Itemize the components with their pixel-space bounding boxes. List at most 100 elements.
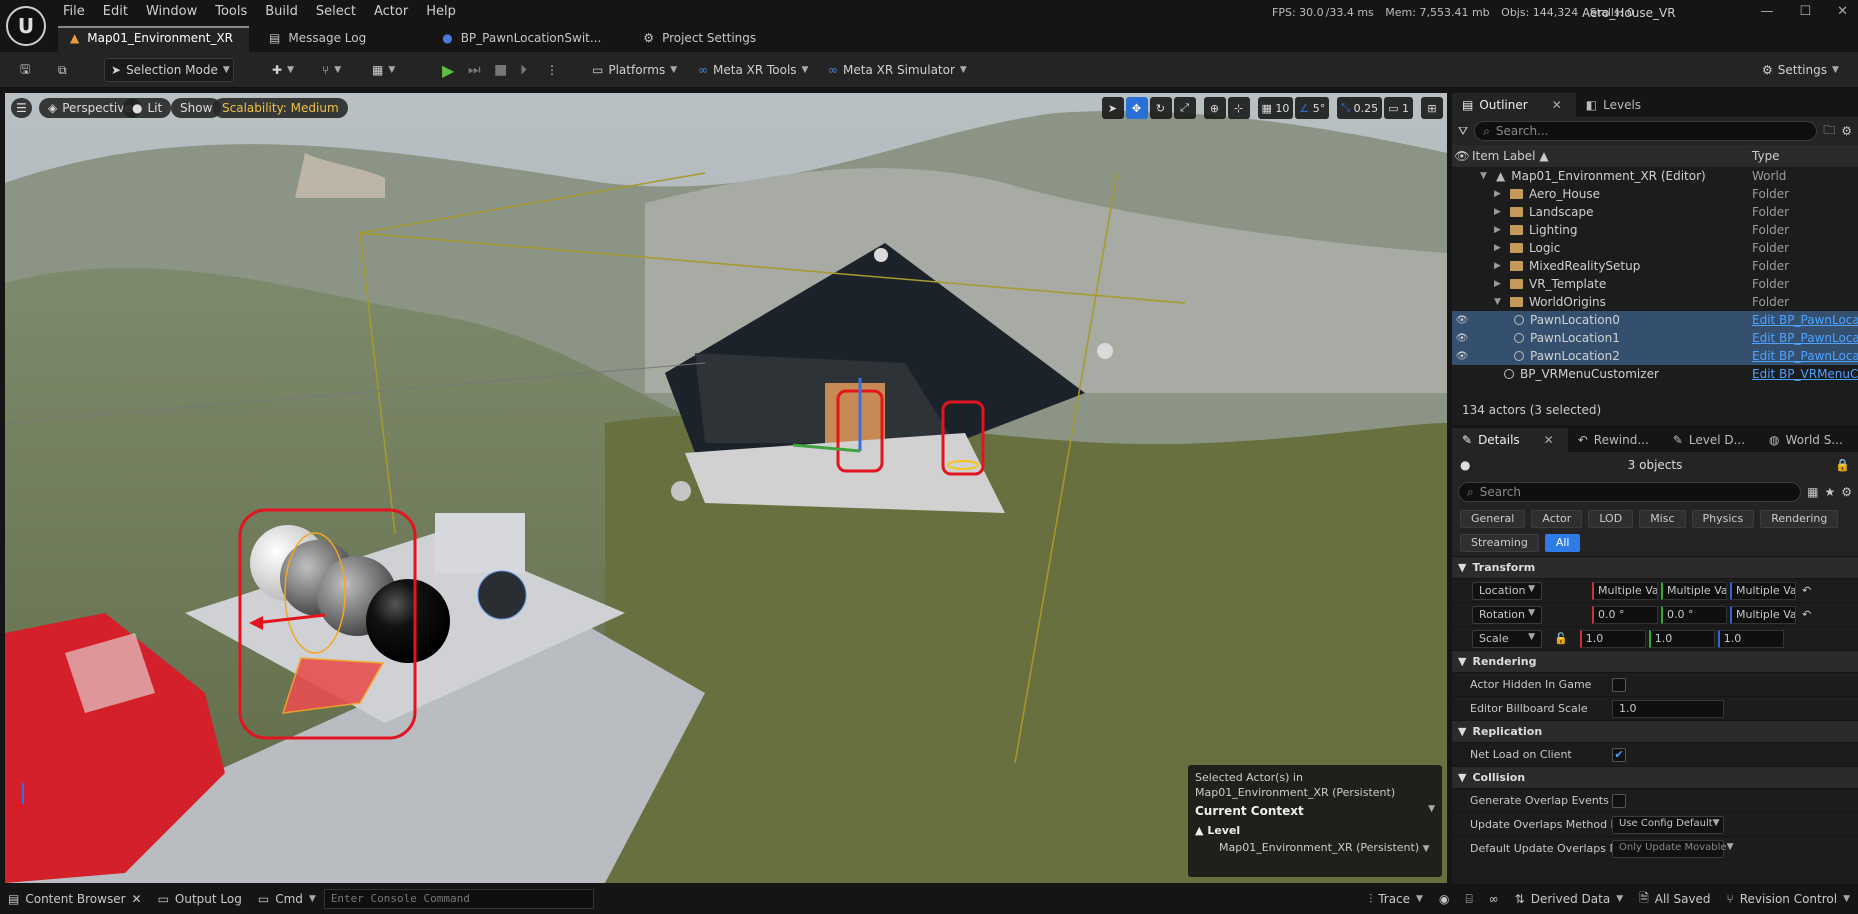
scale-snap-button[interactable]: ⤡ 0.25: [1337, 97, 1383, 119]
context-level-dropdown[interactable]: Map01_Environment_XR (Persistent) ▼: [1195, 841, 1435, 854]
lock-icon[interactable]: 🔒: [1835, 458, 1850, 472]
billboard-scale-input[interactable]: 1.0: [1612, 699, 1724, 718]
cinematics-button[interactable]: ▦ ▼: [366, 58, 401, 82]
save-icon[interactable]: 🖫: [14, 58, 36, 82]
tree-row-actor-selected[interactable]: 👁 PawnLocation2 Edit BP_PawnLoca: [1452, 347, 1858, 365]
row-type-link[interactable]: Edit BP_VRMenuCu: [1752, 367, 1858, 381]
menu-edit[interactable]: Edit: [94, 0, 137, 24]
record-icon[interactable]: ◉: [1431, 892, 1457, 906]
tab-levels[interactable]: ◧ Levels: [1576, 93, 1655, 117]
column-item-label[interactable]: Item Label ▲: [1472, 149, 1752, 163]
rotation-x[interactable]: 0.0 °: [1592, 605, 1658, 624]
meta-xr-tools-button[interactable]: ∞ Meta XR Tools ▼: [692, 58, 814, 82]
close-icon[interactable]: ✕: [1837, 4, 1848, 19]
world-icon[interactable]: ⊕: [1203, 97, 1226, 119]
tree-row-folder[interactable]: ▶ VR_Template Folder: [1452, 275, 1858, 293]
filter-all[interactable]: All: [1544, 534, 1581, 552]
maximize-icon[interactable]: ☐: [1799, 4, 1811, 19]
expand-arrow-icon[interactable]: ▶: [1494, 225, 1504, 235]
scale-z[interactable]: 1.0: [1717, 629, 1784, 648]
step-button[interactable]: ⏭: [462, 58, 487, 82]
minimize-icon[interactable]: —: [1760, 4, 1773, 19]
play-button[interactable]: ▶: [436, 58, 460, 82]
section-replication[interactable]: ▼ Replication: [1452, 720, 1858, 742]
expand-arrow-icon[interactable]: ▶: [1494, 279, 1504, 289]
actor-hidden-checkbox[interactable]: [1612, 677, 1626, 692]
filter-lod[interactable]: LOD: [1588, 510, 1634, 528]
rotation-snap-button[interactable]: ∠ 5°: [1295, 97, 1330, 119]
tree-row-actor-selected[interactable]: 👁 PawnLocation1 Edit BP_PawnLoca: [1452, 329, 1858, 347]
surface-snap-icon[interactable]: ⊹: [1227, 97, 1250, 119]
settings-button[interactable]: ⚙ Settings ▼: [1756, 58, 1845, 82]
rotation-z[interactable]: Multiple Va: [1730, 605, 1796, 624]
row-type-link[interactable]: Edit BP_PawnLoca: [1752, 313, 1858, 327]
console-command-input[interactable]: Enter Console Command: [323, 889, 594, 909]
cmd-dropdown[interactable]: ▭ Cmd ▼: [250, 892, 324, 906]
translate-icon[interactable]: ✥: [1125, 97, 1148, 119]
viewport-menu-button[interactable]: ☰: [11, 98, 32, 118]
selection-mode-dropdown[interactable]: ➤ Selection Mode ▼: [104, 58, 234, 82]
blueprint-button[interactable]: ⑂ ▼: [316, 58, 347, 82]
filter-streaming[interactable]: Streaming: [1460, 534, 1539, 552]
output-log-button[interactable]: ▭ Output Log: [150, 892, 250, 906]
details-search-input[interactable]: ⌕ Search: [1458, 482, 1802, 502]
menu-build[interactable]: Build: [256, 0, 307, 24]
tree-row-folder[interactable]: ▶ Logic Folder: [1452, 239, 1858, 257]
reset-icon[interactable]: ↶: [1802, 608, 1811, 621]
tree-row-actor[interactable]: BP_VRMenuCustomizer Edit BP_VRMenuCu: [1452, 365, 1858, 383]
menu-actor[interactable]: Actor: [365, 0, 417, 24]
current-context-header[interactable]: Current Context ▼: [1195, 804, 1435, 818]
scalability-warning[interactable]: Scalability: Medium: [213, 98, 348, 118]
section-transform[interactable]: ▼ Transform: [1452, 556, 1858, 578]
tab-level-details[interactable]: ✎ Level D...: [1663, 428, 1759, 452]
close-icon[interactable]: ✕: [132, 892, 142, 906]
expand-arrow-icon[interactable]: ▼: [1494, 297, 1504, 307]
tree-row-world[interactable]: ▼ ▲ Map01_Environment_XR (Editor) World: [1452, 167, 1858, 185]
close-icon[interactable]: ✕: [1552, 98, 1562, 117]
expand-arrow-icon[interactable]: ▼: [1480, 171, 1490, 181]
menu-select[interactable]: Select: [307, 0, 365, 24]
filter-misc[interactable]: Misc: [1639, 510, 1686, 528]
rotation-dropdown[interactable]: Rotation ▼: [1472, 605, 1542, 624]
platforms-button[interactable]: ▭ Platforms ▼: [586, 58, 683, 82]
section-collision[interactable]: ▼ Collision: [1452, 766, 1858, 788]
unreal-logo-icon[interactable]: U: [6, 6, 46, 46]
screenshot-icon[interactable]: ⌸: [1457, 892, 1480, 907]
visibility-icon[interactable]: 👁: [1452, 333, 1472, 344]
scale-x[interactable]: 1.0: [1579, 629, 1646, 648]
add-actor-button[interactable]: ✚ ▼: [266, 58, 300, 82]
tab-outliner[interactable]: ▤ Outliner ✕: [1452, 93, 1576, 117]
expand-arrow-icon[interactable]: ▶: [1494, 243, 1504, 253]
row-type-link[interactable]: Edit BP_PawnLoca: [1752, 349, 1858, 363]
expand-arrow-icon[interactable]: ▶: [1494, 207, 1504, 217]
net-load-checkbox[interactable]: ✔: [1612, 747, 1626, 762]
scale-y[interactable]: 1.0: [1648, 629, 1715, 648]
visibility-icon[interactable]: 👁: [1452, 315, 1472, 326]
tree-row-folder[interactable]: ▶ Landscape Folder: [1452, 203, 1858, 221]
row-type-link[interactable]: Edit BP_PawnLoca: [1752, 331, 1858, 345]
all-saved-button[interactable]: 🗎 All Saved: [1631, 889, 1718, 910]
meta-xr-simulator-button[interactable]: ∞ Meta XR Simulator ▼: [822, 58, 973, 82]
filter-icon[interactable]: ⛛: [1458, 124, 1468, 139]
close-icon[interactable]: ✕: [1544, 433, 1554, 452]
tab-rewind[interactable]: ↶ Rewind...: [1568, 428, 1663, 452]
rotate-icon[interactable]: ↻: [1149, 97, 1172, 119]
filter-general[interactable]: General: [1460, 510, 1526, 528]
lit-button[interactable]: ● Lit: [123, 98, 172, 118]
outliner-search-input[interactable]: ⌕ Search...: [1474, 121, 1818, 141]
camera-speed-button[interactable]: ▭ 1: [1384, 97, 1413, 119]
location-z[interactable]: Multiple Va: [1730, 581, 1796, 600]
column-type[interactable]: Type: [1752, 149, 1858, 163]
scale-dropdown[interactable]: Scale ▼: [1472, 629, 1542, 648]
menu-file[interactable]: File: [54, 0, 94, 24]
insights-icon[interactable]: ∞: [1481, 892, 1507, 906]
tab-map[interactable]: ▲ Map01_Environment_XR: [58, 26, 250, 52]
expand-arrow-icon[interactable]: ▶: [1494, 261, 1504, 271]
tree-row-folder[interactable]: ▶ MixedRealitySetup Folder: [1452, 257, 1858, 275]
trace-button[interactable]: ⫶ Trace ▼: [1361, 892, 1431, 907]
level-viewport[interactable]: ☰ ◈ Perspective ● Lit Show Scalability: Me…: [5, 93, 1447, 883]
star-icon[interactable]: ★: [1824, 485, 1835, 499]
table-view-icon[interactable]: ▦: [1807, 485, 1818, 499]
update-overlaps-method-dropdown[interactable]: Use Config Default ▼: [1612, 815, 1724, 834]
tab-project-settings[interactable]: ⚙ Project Settings: [631, 26, 772, 52]
